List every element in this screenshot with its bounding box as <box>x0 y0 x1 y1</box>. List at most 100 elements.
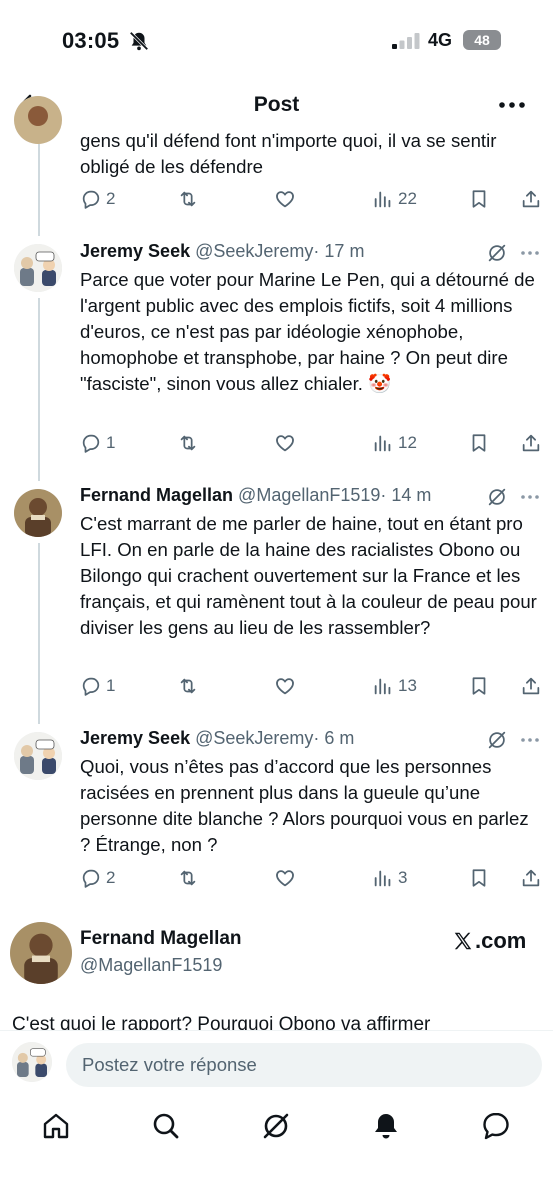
repost-icon <box>180 191 196 207</box>
x-domain: .com <box>475 928 527 953</box>
bottom-nav <box>0 1096 553 1200</box>
avatar[interactable] <box>10 922 72 984</box>
like-button[interactable] <box>274 672 296 700</box>
reply-bubble-icon <box>82 434 100 453</box>
reply-count: 1 <box>106 676 116 695</box>
more-options-icon[interactable] <box>519 487 541 507</box>
nav-grok[interactable] <box>260 1110 292 1142</box>
nav-messages[interactable] <box>480 1110 512 1142</box>
views-bar-icon <box>374 191 391 208</box>
tweet-time: · 14 m <box>380 485 432 505</box>
author-name[interactable]: Fernand Magellan <box>80 485 233 505</box>
tweet-actions: 2 3 <box>80 864 545 892</box>
chat-icon <box>483 1112 509 1140</box>
reply-count: 2 <box>106 868 116 887</box>
grok-icon <box>263 1113 289 1139</box>
share-button[interactable] <box>520 864 542 892</box>
repost-button[interactable] <box>177 429 199 457</box>
avatar[interactable] <box>14 489 62 537</box>
thread-line <box>38 543 40 724</box>
bookmark-icon <box>472 869 486 887</box>
author-name[interactable]: Jeremy Seek <box>80 728 190 748</box>
like-button[interactable] <box>274 429 296 457</box>
thread-line <box>38 130 40 236</box>
x-logo-icon <box>454 932 472 950</box>
author-handle[interactable]: @SeekJeremy <box>195 728 313 748</box>
avatar[interactable] <box>14 244 62 292</box>
reply-input[interactable]: Postez votre réponse <box>66 1043 542 1087</box>
repost-button[interactable] <box>177 864 199 892</box>
avatar <box>12 1042 52 1082</box>
bookmark-icon <box>472 434 486 452</box>
views-button[interactable]: 12 <box>372 429 417 457</box>
signal-icon <box>392 33 420 49</box>
views-button[interactable]: 13 <box>372 672 417 700</box>
tweet-header: Jeremy Seek @SeekJeremy· 17 m <box>80 241 364 262</box>
tweet-time: · 6 m <box>313 728 355 748</box>
views-count: 13 <box>398 676 417 695</box>
bookmark-button[interactable] <box>468 672 490 700</box>
grok-icon[interactable] <box>486 242 508 264</box>
tweet-text: gens qu'il défend font n'importe quoi, i… <box>80 130 497 177</box>
repost-icon <box>180 678 196 694</box>
avatar[interactable] <box>14 96 62 144</box>
tweet-actions: 1 12 <box>80 429 545 457</box>
nav-notifications[interactable] <box>370 1110 402 1142</box>
bell-icon <box>375 1114 397 1139</box>
tweet-actions: 1 13 <box>80 672 545 700</box>
more-options-icon[interactable] <box>497 92 527 118</box>
reply-count: 1 <box>106 433 116 452</box>
bookmark-button[interactable] <box>468 429 490 457</box>
status-time: 03:05 <box>62 28 120 53</box>
author-name[interactable]: Jeremy Seek <box>80 241 190 261</box>
share-button[interactable] <box>520 672 542 700</box>
share-icon <box>522 190 540 208</box>
bookmark-button[interactable] <box>468 185 490 213</box>
author-handle[interactable]: @SeekJeremy <box>195 241 313 261</box>
repost-icon <box>180 870 196 886</box>
share-icon <box>522 434 540 452</box>
views-button[interactable]: 22 <box>372 185 417 213</box>
like-button[interactable] <box>274 864 296 892</box>
author-handle[interactable]: @MagellanF1519 <box>238 485 380 505</box>
nav-home[interactable] <box>40 1110 72 1142</box>
share-button[interactable] <box>520 185 542 213</box>
share-icon <box>522 869 540 887</box>
views-bar-icon <box>374 870 391 887</box>
search-icon <box>153 1113 179 1139</box>
repost-button[interactable] <box>177 185 199 213</box>
grok-icon[interactable] <box>486 486 508 508</box>
network-type: 4G <box>428 30 453 50</box>
reply-bubble-icon <box>82 869 100 888</box>
share-button[interactable] <box>520 429 542 457</box>
tweet-actions: 2 22 <box>80 185 545 213</box>
author-name[interactable]: Fernand Magellan <box>80 928 242 950</box>
author-handle[interactable]: @MagellanF1519 <box>80 955 222 976</box>
views-button[interactable]: 3 <box>372 864 407 892</box>
reply-button[interactable]: 2 <box>80 185 115 213</box>
x-brand: .com <box>452 928 526 954</box>
reply-bar: Postez votre réponse <box>0 1030 553 1096</box>
heart-icon <box>276 678 294 695</box>
bookmark-icon <box>472 677 486 695</box>
views-count: 3 <box>398 868 408 887</box>
avatar[interactable] <box>14 732 62 780</box>
status-bar: 03:05 4G 48 <box>0 0 553 82</box>
nav-search[interactable] <box>150 1110 182 1142</box>
reply-button[interactable]: 1 <box>80 672 115 700</box>
grok-icon[interactable] <box>486 729 508 751</box>
repost-button[interactable] <box>177 672 199 700</box>
reply-count: 2 <box>106 189 116 208</box>
repost-icon <box>180 435 196 451</box>
more-options-icon[interactable] <box>519 730 541 750</box>
reply-bubble-icon <box>82 677 100 696</box>
tweet-header: Jeremy Seek @SeekJeremy· 6 m <box>80 728 354 749</box>
bookmark-button[interactable] <box>468 864 490 892</box>
views-count: 12 <box>398 433 417 452</box>
like-button[interactable] <box>274 185 296 213</box>
reply-button[interactable]: 1 <box>80 429 115 457</box>
share-icon <box>522 677 540 695</box>
reply-button[interactable]: 2 <box>80 864 115 892</box>
more-options-icon[interactable] <box>519 243 541 263</box>
tweet-time: · 17 m <box>313 241 365 261</box>
